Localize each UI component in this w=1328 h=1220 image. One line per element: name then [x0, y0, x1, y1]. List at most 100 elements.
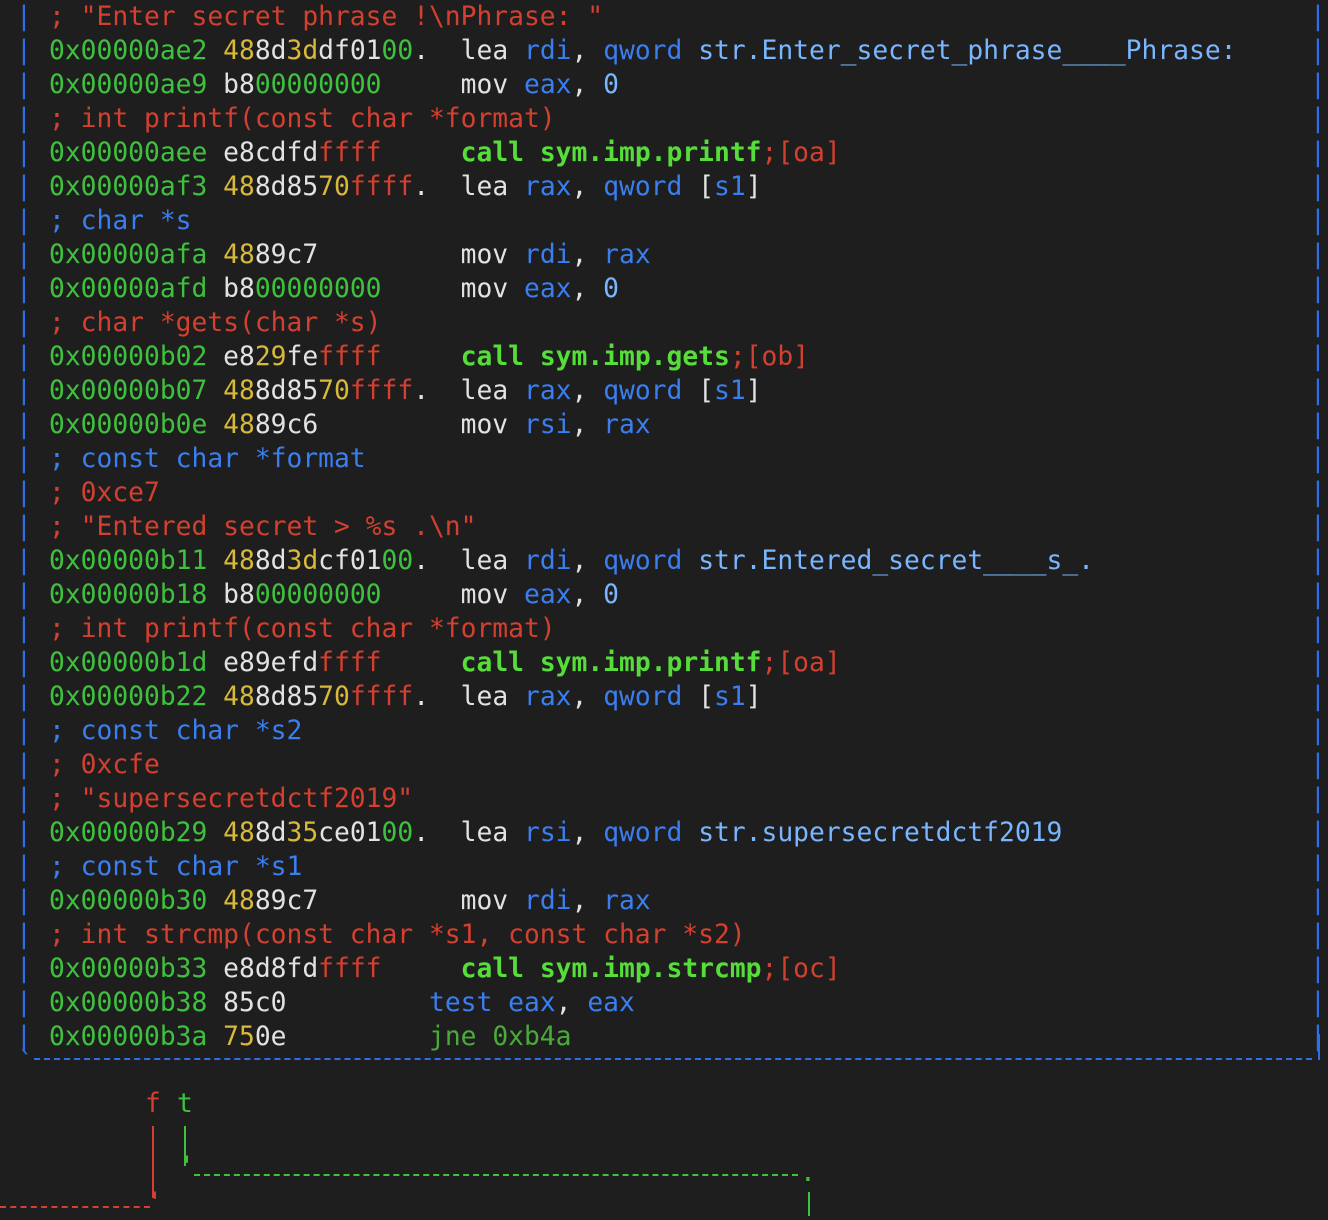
token: 48 [223, 36, 255, 66]
token: test eax [428, 988, 556, 1018]
instruction-line[interactable]: 0x00000b30 4889c7 mov rdi, rax [49, 884, 651, 918]
instruction-line[interactable]: 0x00000b29 488d35ce0100. lea rsi, qword … [49, 816, 1062, 850]
block-right-border: | [1310, 546, 1326, 576]
block-left-border: | [16, 36, 32, 66]
token: 0x00000afd [49, 274, 224, 304]
token: str.supersecretdctf2019 [698, 818, 1063, 848]
comment-line: ; char *s [49, 204, 192, 238]
token: 0x00000b29 [49, 818, 224, 848]
block-right-border: | [1310, 274, 1326, 304]
block-left-border: | [16, 478, 32, 508]
token: 0x00000b02 [49, 342, 224, 372]
block-right-border: | [1310, 988, 1326, 1018]
comment-line: ; const char *s2 [49, 714, 302, 748]
block-right-border: | [1310, 444, 1326, 474]
token: 0e [254, 1022, 429, 1052]
token: ffff [318, 342, 382, 372]
block-right-border: | [1310, 2, 1326, 32]
instruction-line[interactable]: 0x00000b38 85c0 test eax, eax [49, 986, 635, 1020]
token: , [571, 36, 604, 66]
token: 89c7 mov [254, 886, 524, 916]
token: , [571, 580, 604, 610]
block-right-cap [1318, 1034, 1320, 1060]
token: ] [745, 376, 762, 406]
token: , [571, 818, 604, 848]
token: b8 [223, 70, 255, 100]
token: rdi [524, 546, 572, 576]
comment-line: ; char *gets(char *s) [49, 306, 381, 340]
token: ffff [318, 138, 382, 168]
token: , [571, 274, 604, 304]
block-left-border: | [16, 784, 32, 814]
block-right-border: | [1310, 36, 1326, 66]
token: cf01 [318, 546, 382, 576]
token: 48 [223, 546, 255, 576]
token: rax [603, 886, 651, 916]
block-left-border: | [16, 512, 32, 542]
token: ; char *s [49, 206, 192, 236]
token: mov [381, 274, 524, 304]
instruction-line[interactable]: 0x00000b02 e829feffff call sym.imp.gets;… [49, 340, 809, 374]
token: str.Entered_secret____s_. [698, 546, 1094, 576]
false-branch-label: f [145, 1089, 161, 1119]
token: . lea [413, 36, 525, 66]
block-left-border: | [16, 444, 32, 474]
token: . lea [413, 818, 525, 848]
instruction-line[interactable]: 0x00000ae2 488d3ddf0100. lea rdi, qword … [49, 34, 1236, 68]
instruction-line[interactable]: 0x00000afd b800000000 mov eax, 0 [49, 272, 619, 306]
token: 0x00000b1d [49, 648, 224, 678]
block-right-border: | [1310, 580, 1326, 610]
true-edge-horizontal [194, 1174, 798, 1176]
instruction-line[interactable]: 0x00000b1d e89efdffff call sym.imp.print… [49, 646, 841, 680]
instruction-line[interactable]: 0x00000aee e8cdfdffff call sym.imp.print… [49, 136, 841, 170]
token: mov [381, 580, 524, 610]
token: rdi [524, 36, 572, 66]
token: , [571, 546, 604, 576]
token: jne 0xb4a [428, 1022, 572, 1052]
token: rax [603, 410, 651, 440]
instruction-line[interactable]: 0x00000b18 b800000000 mov eax, 0 [49, 578, 619, 612]
instruction-line[interactable]: 0x00000b0e 4889c6 mov rsi, rax [49, 408, 651, 442]
comment-line: ; int printf(const char *format) [49, 102, 556, 136]
block-bottom-corner: ` [18, 1048, 34, 1078]
token: 0 [603, 70, 620, 100]
block-left-border: | [16, 376, 32, 406]
instruction-line[interactable]: 0x00000b33 e8d8fdffff call sym.imp.strcm… [49, 952, 841, 986]
token: , [571, 682, 604, 712]
instruction-line[interactable]: 0x00000b22 488d8570ffff. lea rax, qword … [49, 680, 762, 714]
instruction-line[interactable]: 0x00000b3a 750e jne 0xb4a [49, 1020, 571, 1054]
token: [ [698, 682, 715, 712]
true-branch-label: t [177, 1089, 193, 1119]
token: b8 [223, 580, 255, 610]
token: rsi [523, 410, 572, 440]
comment-line: ; int strcmp(const char *s1, const char … [49, 918, 746, 952]
token: , [555, 988, 588, 1018]
token: call sym.imp.gets [460, 342, 730, 372]
token: 0x00000b22 [49, 682, 224, 712]
block-right-border: | [1310, 716, 1326, 746]
instruction-line[interactable]: 0x00000b07 488d8570ffff. lea rax, qword … [49, 374, 762, 408]
token: ] [745, 172, 762, 202]
token: 0x00000b33 [49, 954, 224, 984]
block-right-border: | [1310, 70, 1326, 100]
instruction-line[interactable]: 0x00000b11 488d3dcf0100. lea rdi, qword … [49, 544, 1094, 578]
token: 8d [254, 546, 287, 576]
comment-line: ; "Entered secret > %s .\n" [49, 510, 476, 544]
token: rax [524, 682, 572, 712]
instruction-line[interactable]: 0x00000af3 488d8570ffff. lea rax, qword … [49, 170, 762, 204]
token: [ [698, 172, 715, 202]
graph-view: | | ; "Enter secret phrase !\nPhrase: " | | 0… [0, 0, 1328, 1218]
token: ;[oa] [761, 138, 841, 168]
block-right-border: | [1310, 410, 1326, 440]
token: qword [603, 682, 699, 712]
instruction-line[interactable]: 0x00000afa 4889c7 mov rdi, rax [49, 238, 651, 272]
token: ffff [349, 172, 414, 202]
token: 70 [318, 682, 350, 712]
token: ; const char *s1 [49, 852, 303, 882]
token: [ [698, 376, 715, 406]
token: qword [603, 36, 699, 66]
instruction-line[interactable]: 0x00000ae9 b800000000 mov eax, 0 [49, 68, 619, 102]
